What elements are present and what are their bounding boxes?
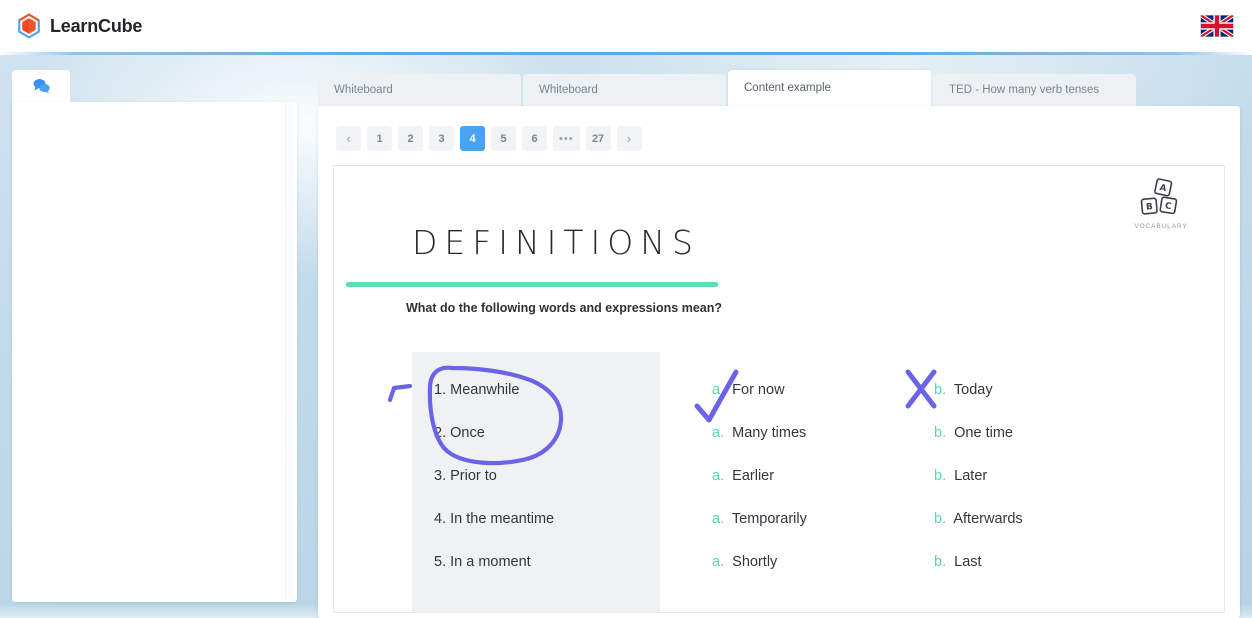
header-divider bbox=[0, 52, 1252, 55]
option-b-key-2: b. bbox=[934, 425, 951, 441]
option-b-row-1: b. Today bbox=[934, 382, 993, 398]
option-a-key-2: a. bbox=[712, 425, 729, 441]
option-a-key-4: a. bbox=[712, 511, 729, 527]
pagination-page-1[interactable]: 1 bbox=[367, 126, 392, 151]
vocabulary-badge-label: VOCABULARY bbox=[1134, 223, 1188, 230]
slide-canvas[interactable]: A B C VOCABULARY DEFINITIONS What do the… bbox=[333, 165, 1225, 613]
tab-whiteboard-2[interactable]: Whiteboard bbox=[523, 74, 726, 106]
pagination-ellipsis: ••• bbox=[553, 126, 580, 151]
tab-whiteboard-1[interactable]: Whiteboard bbox=[318, 74, 521, 106]
pagination-page-3[interactable]: 3 bbox=[429, 126, 454, 151]
option-b-key-3: b. bbox=[934, 468, 951, 484]
option-b-text-3: Later bbox=[954, 468, 988, 484]
option-b-row-4: b. Afterwards bbox=[934, 511, 1023, 527]
question-item-1: 1. Meanwhile bbox=[434, 382, 520, 398]
option-a-text-2: Many times bbox=[732, 425, 807, 441]
option-a-row-4: a. Temporarily bbox=[712, 511, 807, 527]
option-b-text-5: Last bbox=[954, 554, 982, 570]
option-a-text-1: For now bbox=[732, 382, 785, 398]
option-a-key-3: a. bbox=[712, 468, 729, 484]
option-a-row-1: a. For now bbox=[712, 382, 785, 398]
question-item-2: 2. Once bbox=[434, 425, 485, 441]
option-a-row-5: a. Shortly bbox=[712, 554, 777, 570]
option-a-text-3: Earlier bbox=[732, 468, 775, 484]
abc-blocks-icon: A B C bbox=[1140, 178, 1178, 215]
option-b-row-2: b. One time bbox=[934, 425, 1013, 441]
learncube-hexagon-logo bbox=[18, 13, 40, 39]
slide-title: DEFINITIONS bbox=[412, 223, 700, 262]
vocabulary-badge: A B C VOCABULARY bbox=[1124, 178, 1198, 230]
uk-flag-icon[interactable] bbox=[1200, 15, 1234, 37]
option-a-key-5: a. bbox=[712, 554, 729, 570]
tab-content-example[interactable]: Content example bbox=[728, 70, 931, 106]
tab-ted-verb-tenses[interactable]: TED - How many verb tenses bbox=[933, 74, 1136, 106]
pagination-page-6[interactable]: 6 bbox=[522, 126, 547, 151]
question-item-5: 5. In a moment bbox=[434, 554, 531, 570]
learncube-classroom-app: LearnCube Whiteboard Whiteboard Content … bbox=[0, 0, 1252, 618]
option-a-row-3: a. Earlier bbox=[712, 468, 774, 484]
option-b-key-1: b. bbox=[934, 382, 951, 398]
question-list-panel: 1. Meanwhile 2. Once 3. Prior to 4. In t… bbox=[412, 352, 660, 612]
chat-panel bbox=[12, 70, 297, 605]
option-b-text-1: Today bbox=[953, 382, 993, 398]
chat-scrollbar[interactable] bbox=[285, 104, 295, 600]
option-b-text-4: Afterwards bbox=[953, 511, 1023, 527]
pagination-page-last[interactable]: 27 bbox=[585, 126, 611, 151]
question-item-4: 4. In the meantime bbox=[434, 511, 555, 527]
option-b-row-3: b. Later bbox=[934, 468, 987, 484]
cross-mark-option-b-today bbox=[905, 369, 937, 409]
slide-subtitle: What do the following words and expressi… bbox=[406, 301, 723, 315]
tab-chat[interactable] bbox=[12, 70, 70, 102]
pagination-next[interactable]: › bbox=[616, 126, 642, 151]
option-a-text-5: Shortly bbox=[732, 554, 778, 570]
chat-bubbles-icon bbox=[33, 79, 50, 94]
content-surface: ‹ 1 2 3 4 5 6 ••• 27 › A B C VOCABULARY … bbox=[318, 106, 1240, 618]
chat-tabstrip bbox=[12, 70, 297, 102]
pagination-page-5[interactable]: 5 bbox=[491, 126, 516, 151]
slide-title-underline bbox=[346, 282, 718, 287]
pagination-page-2[interactable]: 2 bbox=[398, 126, 423, 151]
pagination-prev[interactable]: ‹ bbox=[336, 126, 361, 151]
option-a-text-4: Temporarily bbox=[731, 511, 807, 527]
option-b-key-5: b. bbox=[934, 554, 951, 570]
option-b-text-2: One time bbox=[954, 425, 1013, 441]
question-item-3: 3. Prior to bbox=[434, 468, 497, 484]
content-panel: Whiteboard Whiteboard Content example TE… bbox=[318, 70, 1240, 618]
svg-text:B: B bbox=[1146, 202, 1154, 213]
app-header: LearnCube bbox=[0, 0, 1252, 52]
pagination: ‹ 1 2 3 4 5 6 ••• 27 › bbox=[336, 126, 642, 151]
option-a-key-1: a. bbox=[712, 382, 729, 398]
option-b-row-5: b. Last bbox=[934, 554, 982, 570]
chat-message-list[interactable] bbox=[12, 102, 297, 602]
content-tabstrip: Whiteboard Whiteboard Content example TE… bbox=[318, 70, 1240, 106]
pagination-page-4[interactable]: 4 bbox=[460, 126, 485, 151]
option-a-row-2: a. Many times bbox=[712, 425, 806, 441]
option-b-key-4: b. bbox=[934, 511, 951, 527]
brand[interactable]: LearnCube bbox=[16, 13, 142, 39]
brand-name: LearnCube bbox=[50, 15, 143, 36]
